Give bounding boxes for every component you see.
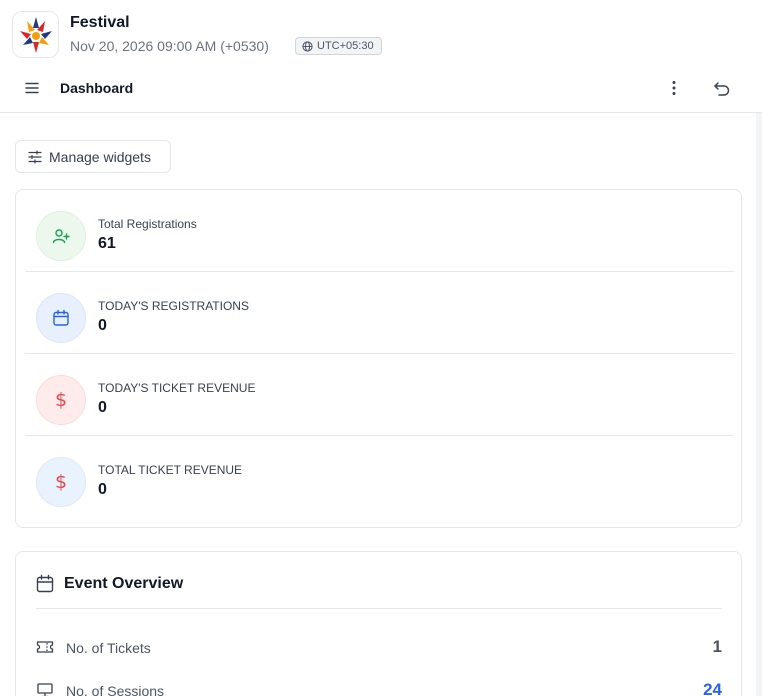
overview-row-tickets[interactable]: No. of Tickets 1	[36, 636, 722, 660]
stat-total-ticket-revenue[interactable]: $ TOTAL TICKET REVENUE 0	[25, 436, 734, 518]
undo-icon	[714, 82, 730, 96]
event-logo	[12, 11, 59, 58]
hamburger-icon	[25, 82, 39, 94]
ticket-icon	[36, 641, 54, 653]
page-title: Dashboard	[60, 80, 134, 96]
overview-row-value: 1	[712, 637, 722, 656]
stat-label: Total Registrations	[98, 217, 197, 231]
undo-button[interactable]	[711, 78, 733, 100]
stat-value: 0	[98, 317, 107, 334]
manage-widgets-button[interactable]: Manage widgets	[15, 140, 171, 173]
more-options-button[interactable]	[664, 78, 684, 98]
overview-row-value: 24	[703, 680, 722, 696]
timezone-label: UTC+05:30	[317, 40, 374, 52]
stat-icon-wrapper	[36, 293, 86, 343]
stat-value: 0	[98, 481, 107, 498]
stat-icon-wrapper: $	[36, 375, 86, 425]
stat-label: TOTAL TICKET REVENUE	[98, 463, 243, 477]
stat-label: TODAY'S REGISTRATIONS	[98, 299, 249, 313]
festival-logo-icon	[19, 16, 52, 53]
dollar-icon: $	[54, 389, 68, 411]
globe-icon	[302, 40, 313, 52]
scrollbar-track[interactable]	[756, 113, 762, 696]
timezone-badge: UTC+05:30	[295, 37, 382, 55]
event-datetime: Nov 20, 2026 09:00 AM (+0530)	[70, 38, 269, 54]
stat-icon-wrapper	[36, 211, 86, 261]
more-vertical-icon	[672, 81, 676, 95]
presentation-icon	[37, 683, 53, 696]
overview-row-label: No. of Sessions	[66, 683, 165, 696]
manage-widgets-label: Manage widgets	[49, 148, 151, 165]
stat-todays-registrations[interactable]: TODAY'S REGISTRATIONS 0	[25, 272, 734, 354]
overview-title: Event Overview	[64, 575, 184, 592]
overview-header: Event Overview	[36, 573, 722, 609]
calendar-icon	[36, 574, 54, 593]
stat-label: TODAY'S TICKET REVENUE	[98, 381, 256, 395]
stat-value: 0	[98, 399, 107, 416]
user-plus-icon	[52, 229, 70, 244]
event-name: Festival	[70, 14, 130, 31]
stat-total-registrations[interactable]: Total Registrations 61	[25, 190, 734, 272]
stats-card: Total Registrations 61 TODAY'S REGISTRAT…	[15, 189, 742, 528]
dollar-icon: $	[54, 471, 68, 493]
menu-button[interactable]	[22, 78, 42, 98]
stat-todays-ticket-revenue[interactable]: $ TODAY'S TICKET REVENUE 0	[25, 354, 734, 436]
overview-row-sessions[interactable]: No. of Sessions 24	[36, 679, 722, 696]
calendar-icon	[53, 309, 69, 326]
sliders-icon	[28, 149, 42, 164]
toolbar: Dashboard	[0, 66, 762, 113]
event-header: Festival Nov 20, 2026 09:00 AM (+0530) U…	[0, 0, 762, 66]
stat-value: 61	[98, 235, 116, 252]
event-overview-card: Event Overview No. of Tickets 1 No. of S…	[15, 551, 742, 696]
stat-icon-wrapper: $	[36, 457, 86, 507]
overview-row-label: No. of Tickets	[66, 640, 151, 656]
